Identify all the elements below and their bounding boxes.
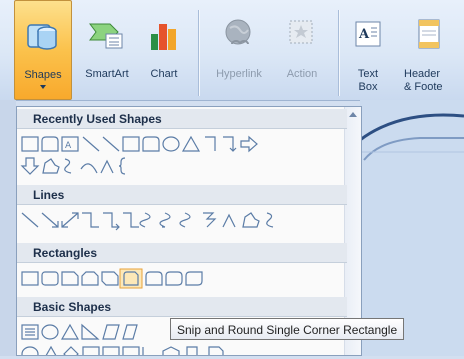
category-basic-shapes: Basic Shapes (17, 297, 347, 317)
shape-snip-same-side[interactable] (81, 271, 99, 286)
shape-line-arrow[interactable] (41, 212, 59, 228)
shape-round-rectangle[interactable] (41, 136, 59, 152)
category-rectangles: Rectangles (17, 243, 347, 263)
shape-round-same-side[interactable] (165, 271, 183, 286)
textbox-label: Text Box (357, 68, 379, 93)
shape-triangle[interactable] (181, 135, 201, 152)
shape-rectangle[interactable] (82, 346, 100, 356)
textbox-button[interactable]: A Text Box (344, 0, 392, 100)
shape-snip-diagonal[interactable] (101, 271, 119, 286)
header-footer-button[interactable]: Header & Foote (394, 0, 464, 100)
shape-round-diagonal[interactable] (185, 271, 203, 286)
shape-arc-line[interactable] (222, 213, 236, 228)
shape-line[interactable] (21, 212, 39, 228)
shape-rounded-rectangle[interactable] (41, 271, 59, 286)
shape-elbow-arrow[interactable] (223, 136, 237, 152)
shape-diamond[interactable] (63, 346, 79, 356)
shape-curved-connector[interactable] (139, 212, 151, 228)
shapes-label: Shapes (24, 69, 62, 81)
globe-icon (225, 19, 251, 45)
chart-label: Chart (150, 68, 178, 80)
ribbon-separator (198, 10, 199, 96)
shape-elbow-double-arrow[interactable] (123, 212, 139, 228)
svg-text:A: A (358, 27, 370, 42)
shape-hexagon[interactable] (162, 346, 180, 356)
shape-rectangle[interactable] (122, 136, 140, 152)
action-label: Action (286, 68, 318, 80)
shape-oval[interactable] (162, 136, 180, 152)
shape-elbow-arrow-connector[interactable] (103, 212, 120, 231)
textbox-icon: A (355, 21, 381, 47)
shape-curve[interactable] (203, 212, 217, 228)
shape-rounded-rectangle[interactable] (142, 136, 160, 152)
shape-elbow-connector[interactable] (82, 212, 99, 228)
shape-freeform[interactable] (42, 158, 60, 174)
shape-right-triangle[interactable] (81, 323, 100, 340)
chart-button[interactable]: Chart (140, 0, 188, 100)
shape-triangle[interactable] (60, 323, 80, 340)
shape-scribble[interactable] (64, 158, 72, 174)
header-footer-icon (418, 19, 440, 49)
shape-oval[interactable] (41, 324, 59, 340)
ribbon-separator (338, 10, 339, 96)
shapes-button[interactable]: Shapes (14, 0, 72, 100)
action-icon (289, 20, 313, 44)
chevron-down-icon (40, 85, 46, 89)
shape-arc[interactable] (80, 163, 98, 174)
smartart-label: SmartArt (85, 68, 129, 80)
svg-text:A: A (65, 141, 72, 151)
shape-trapezoid[interactable] (122, 324, 138, 340)
hyperlink-button[interactable]: Hyperlink (204, 0, 274, 100)
shape-round-single-corner[interactable] (145, 271, 163, 286)
shape-curved-double-arrow[interactable] (179, 212, 191, 228)
shape-l-shape[interactable] (142, 347, 159, 356)
shape-textbox[interactable] (21, 324, 39, 340)
rectangles-row[interactable] (19, 267, 345, 289)
shape-arrow-line[interactable] (102, 136, 120, 152)
shape-down-arrow[interactable] (20, 157, 40, 175)
lines-row[interactable] (19, 209, 345, 231)
shape-scribble[interactable] (266, 212, 274, 228)
shape-cube[interactable] (208, 346, 224, 356)
category-lines: Lines (17, 185, 347, 205)
shapes-icon (27, 24, 57, 50)
shape-oval[interactable] (21, 346, 39, 356)
shape-rectangle[interactable] (21, 136, 39, 152)
left-panel (0, 100, 16, 356)
shape-snip-single-corner[interactable] (61, 271, 79, 286)
recent-shapes-row-1[interactable]: A (19, 133, 345, 155)
shape-rectangle[interactable] (21, 271, 39, 286)
shape-textbox[interactable]: A (61, 136, 79, 152)
shape-parallelogram[interactable] (102, 324, 120, 340)
shape-triangle[interactable] (43, 345, 59, 356)
shape-can[interactable] (186, 346, 198, 356)
shape-line[interactable] (82, 136, 100, 152)
smartart-icon (89, 23, 123, 49)
header-footer-label: Header & Foote (404, 68, 443, 93)
smartart-button[interactable]: SmartArt (74, 0, 140, 100)
basic-shapes-row-2[interactable] (19, 343, 345, 356)
shape-half-frame[interactable] (122, 346, 140, 356)
shape-curve[interactable] (100, 159, 114, 174)
shape-line-double-arrow[interactable] (61, 212, 79, 228)
shape-elbow-connector[interactable] (205, 136, 216, 151)
chart-icon (151, 24, 176, 50)
category-recently-used: Recently Used Shapes (17, 109, 347, 129)
action-button[interactable]: Action (276, 0, 328, 100)
shape-freeform[interactable] (242, 212, 260, 228)
shape-curved-arrow-connector[interactable] (159, 212, 171, 228)
scroll-up-icon[interactable] (349, 112, 357, 117)
shape-left-brace[interactable] (118, 157, 126, 175)
hyperlink-label: Hyperlink (216, 68, 262, 80)
ribbon: Shapes SmartArt Chart Hyperlink Action A… (0, 0, 464, 101)
shape-right-arrow[interactable] (240, 135, 258, 153)
shape-frame[interactable] (102, 346, 120, 356)
tooltip: Snip and Round Single Corner Rectangle (170, 318, 405, 340)
recent-shapes-row-2[interactable] (19, 155, 345, 177)
